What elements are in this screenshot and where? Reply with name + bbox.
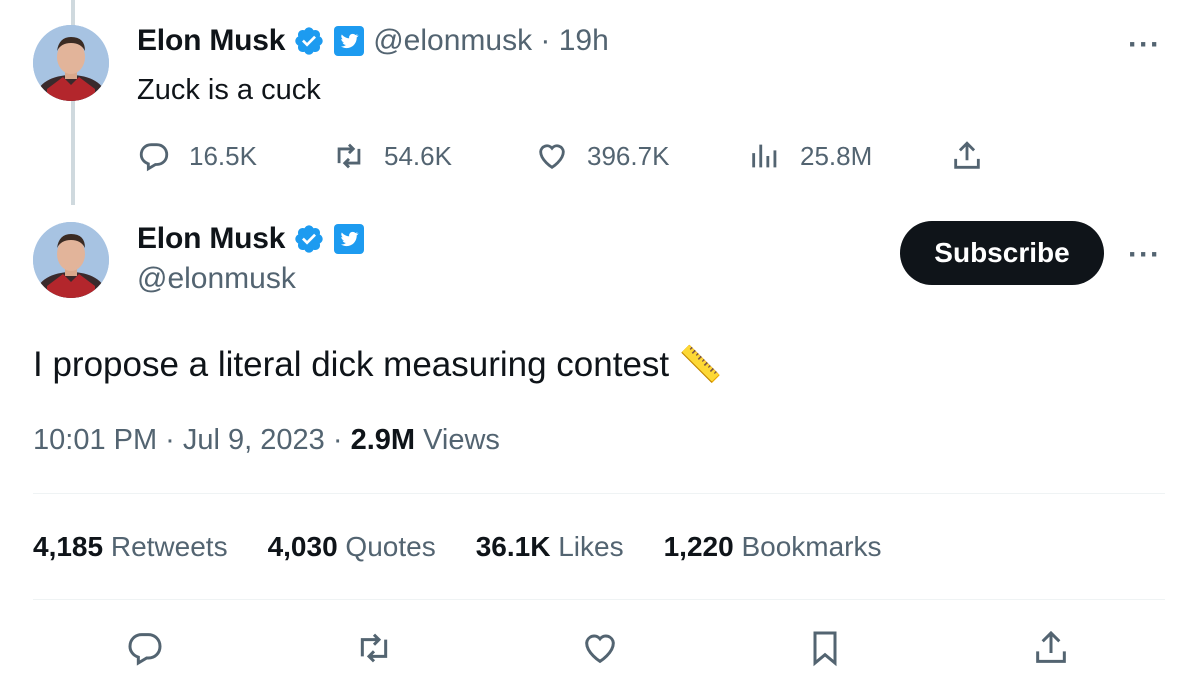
avatar[interactable]: [33, 222, 109, 298]
heart-icon: [539, 144, 565, 170]
subscribe-button[interactable]: Subscribe: [900, 221, 1104, 285]
reply-tweet-text: Zuck is a cuck: [137, 74, 321, 106]
more-options-icon[interactable]: ···: [1128, 238, 1161, 272]
stat-retweets[interactable]: 4,185 Retweets: [33, 531, 228, 563]
views-label: Views: [415, 424, 500, 456]
main-tweet-text-block: I propose a literal dick measuring conte…: [33, 344, 722, 385]
divider: [33, 493, 1165, 494]
views-count: 25.8M: [800, 140, 873, 171]
avatar-photo-icon: [33, 222, 109, 298]
ruler-emoji: 📏: [678, 345, 723, 384]
timestamp-link[interactable]: 10:01 PM · Jul 9, 2023 ·: [33, 424, 351, 456]
retweet-button[interactable]: [354, 628, 394, 673]
engagement-stats: 4,185 Retweets 4,030 Quotes 36.1K Likes …: [33, 531, 882, 563]
like-button[interactable]: [580, 628, 620, 673]
reply-count: 16.5K: [189, 140, 257, 171]
verified-badge-icon: [295, 27, 323, 55]
bookmark-button[interactable]: [805, 628, 845, 673]
share-button[interactable]: [1031, 628, 1071, 673]
bookmark-icon: [813, 631, 837, 667]
like-count: 396.7K: [587, 140, 670, 171]
tweet-meta: 10:01 PM · Jul 9, 2023 · 2.9M Views: [33, 424, 500, 457]
twitter-affiliate-badge-icon: [334, 224, 365, 254]
avatar-photo-icon: [33, 25, 109, 101]
stat-likes[interactable]: 36.1K Likes: [476, 531, 624, 563]
stat-bookmarks[interactable]: 1,220 Bookmarks: [664, 531, 882, 563]
retweet-action[interactable]: 54.6K: [332, 139, 452, 173]
divider: [33, 599, 1165, 600]
author-name[interactable]: Elon Musk: [137, 24, 285, 58]
main-tweet-text: I propose a literal dick measuring conte…: [33, 345, 670, 384]
views-count: 2.9M: [350, 424, 416, 456]
reply-tweet-header: Elon Musk @elonmusk · 19h: [137, 24, 609, 58]
avatar[interactable]: [33, 25, 109, 101]
retweet-count: 54.6K: [384, 140, 452, 171]
stat-quotes[interactable]: 4,030 Quotes: [268, 531, 436, 563]
share-icon: [954, 141, 980, 169]
heart-icon: [585, 634, 615, 664]
views-action[interactable]: 25.8M: [748, 139, 872, 173]
like-action[interactable]: 396.7K: [535, 139, 669, 173]
verified-badge-icon: [295, 225, 323, 253]
reply-icon: [139, 143, 169, 172]
author-handle[interactable]: @elonmusk: [137, 262, 296, 296]
retweet-icon: [337, 143, 361, 169]
analytics-bars-icon: [752, 144, 777, 168]
handle-and-timestamp[interactable]: @elonmusk · 19h: [373, 24, 609, 58]
author-name[interactable]: Elon Musk: [137, 222, 285, 256]
share-action[interactable]: [950, 139, 984, 173]
main-tweet-header: Elon Musk: [137, 222, 365, 256]
twitter-affiliate-badge-icon: [334, 26, 365, 56]
reply-action[interactable]: 16.5K: [137, 139, 257, 173]
more-options-icon[interactable]: ···: [1128, 28, 1161, 62]
share-icon: [1036, 630, 1066, 663]
reply-button[interactable]: [125, 628, 165, 673]
retweet-icon: [360, 633, 388, 663]
reply-icon: [128, 633, 162, 666]
